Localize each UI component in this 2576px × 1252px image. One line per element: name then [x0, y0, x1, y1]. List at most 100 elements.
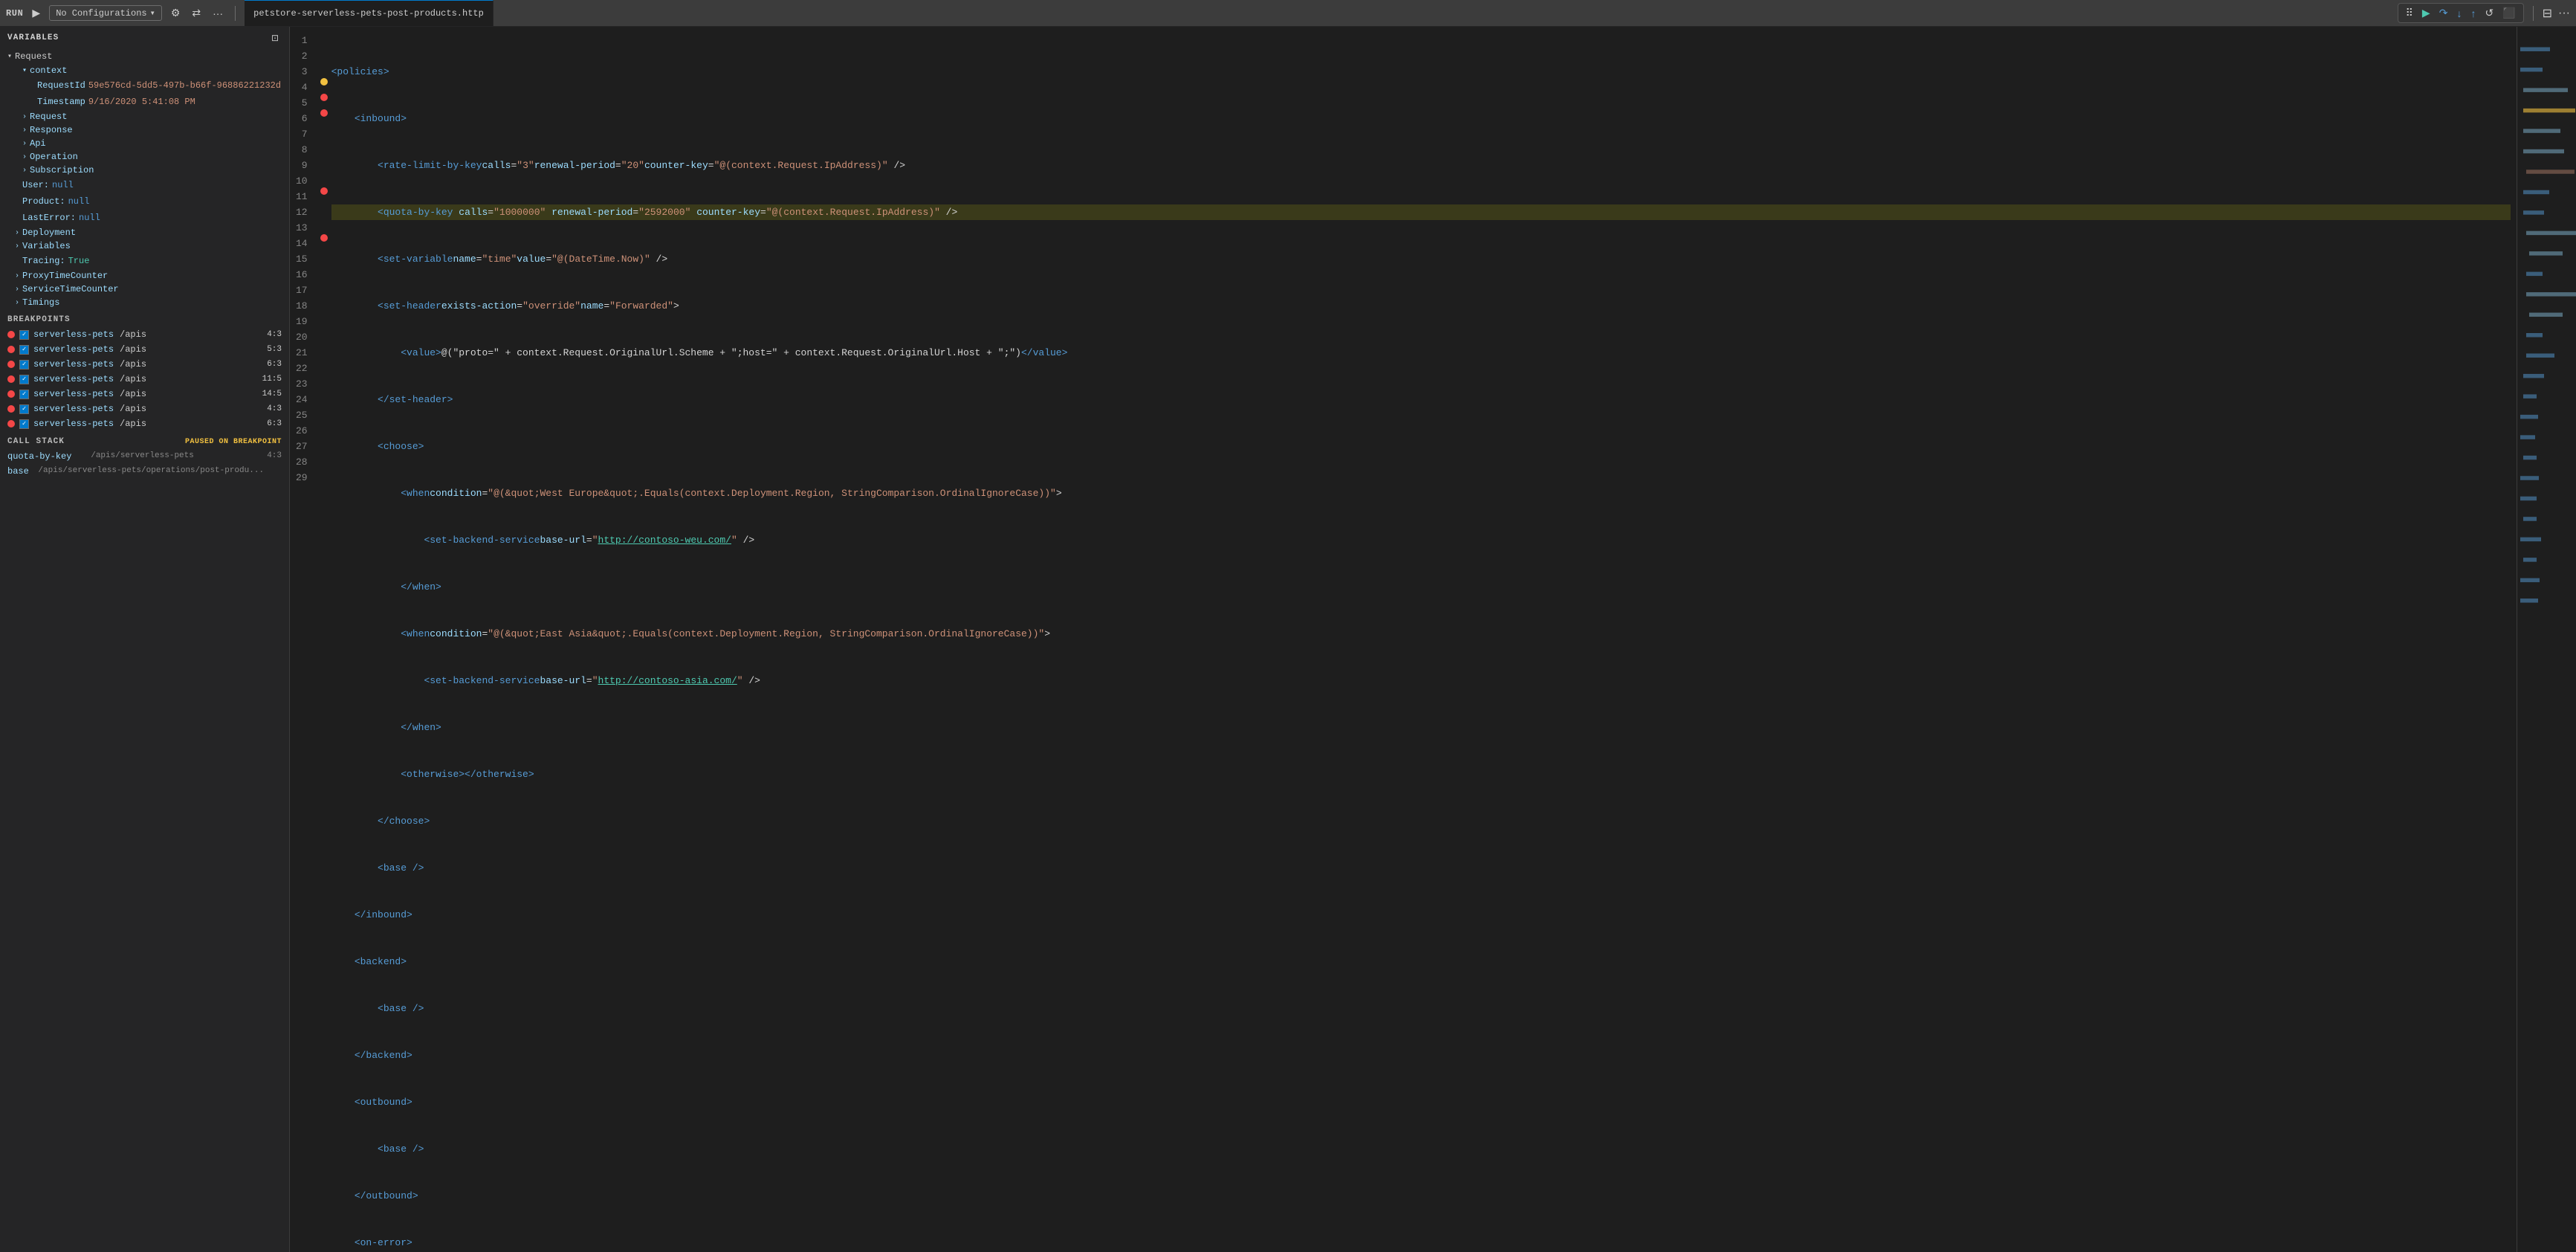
- bp-item-1[interactable]: serverless-pets /apis 4:3: [0, 327, 289, 342]
- config-label: No Configurations: [56, 8, 146, 19]
- line-num-5: 5: [296, 95, 308, 111]
- tab-bar: petstore-serverless-pets-post-products.h…: [245, 0, 2392, 26]
- bp-item-5[interactable]: serverless-pets /apis 14:5: [0, 387, 289, 401]
- line-num-16: 16: [296, 267, 308, 283]
- bp-item-7[interactable]: serverless-pets /apis 6:3: [0, 416, 289, 431]
- tree-group-context[interactable]: context: [0, 64, 289, 77]
- debug-step-out-button[interactable]: ↑: [2467, 6, 2479, 21]
- tree-group-servicetimecounter[interactable]: ServiceTimeCounter: [0, 283, 289, 296]
- bp-gutter-2: [317, 42, 331, 58]
- tree-item-requestid: RequestId 59e576cd-5dd5-497b-b66f-968862…: [0, 77, 289, 94]
- cs-line-1: 4:3: [267, 451, 282, 460]
- code-line-11: <set-backend-service base-url="http://co…: [331, 532, 2511, 548]
- bp-dot-2: [7, 346, 15, 353]
- api-label: Api: [30, 138, 46, 149]
- link-icon-btn[interactable]: ⇄: [189, 5, 204, 21]
- code-content[interactable]: <policies> <inbound> <rate-limit-by-key …: [331, 27, 2517, 1252]
- operation-label: Operation: [30, 152, 78, 162]
- tree-group-timings[interactable]: Timings: [0, 296, 289, 309]
- bp-gutter-4[interactable]: [317, 74, 331, 89]
- bp-gutter-dot-6: [320, 109, 328, 117]
- bp-line-1: 4:3: [267, 330, 282, 339]
- more-button-right[interactable]: ···: [2558, 7, 2570, 20]
- paused-badge: PAUSED ON BREAKPOINT: [185, 438, 282, 446]
- line-num-27: 27: [296, 439, 308, 454]
- bp-item-6[interactable]: serverless-pets /apis 4:3: [0, 401, 289, 416]
- line-num-25: 25: [296, 407, 308, 423]
- debug-step-in-button[interactable]: ↓: [2453, 6, 2465, 21]
- sidebar-scroll[interactable]: Request context RequestId 59e576cd-5dd5-…: [0, 49, 289, 1252]
- tree-group-api[interactable]: Api: [0, 137, 289, 150]
- bp-checkbox-7[interactable]: [19, 419, 29, 429]
- bp-checkbox-6[interactable]: [19, 404, 29, 414]
- line-num-24: 24: [296, 392, 308, 407]
- main-content: VARIABLES ⊡ Request context RequestId 59…: [0, 27, 2576, 1252]
- bp-gutter-6[interactable]: [317, 105, 331, 120]
- debug-drag-handle[interactable]: ⠿: [2403, 5, 2416, 21]
- tree-group-request[interactable]: Request: [0, 110, 289, 123]
- tree-group-proxytimecounter[interactable]: ProxyTimeCounter: [0, 269, 289, 283]
- code-line-24: <base />: [331, 1141, 2511, 1157]
- code-line-23: <outbound>: [331, 1094, 2511, 1110]
- line-num-26: 26: [296, 423, 308, 439]
- bp-checkbox-2[interactable]: [19, 345, 29, 355]
- bp-line-2: 5:3: [267, 345, 282, 354]
- gear-icon-btn[interactable]: ⚙: [168, 5, 184, 21]
- chevron-variables: [15, 242, 19, 251]
- more-icon-btn[interactable]: ···: [210, 6, 226, 21]
- debug-restart-button[interactable]: ↺: [2482, 5, 2496, 21]
- bp-checkbox-3[interactable]: [19, 360, 29, 370]
- tree-group-response[interactable]: Response: [0, 123, 289, 137]
- chevron-response: [22, 126, 27, 135]
- line-num-2: 2: [296, 48, 308, 64]
- bp-line-3: 6:3: [267, 360, 282, 369]
- bp-gutter-1: [317, 27, 331, 42]
- bp-gutter-14[interactable]: [317, 230, 331, 245]
- bp-gutter-5[interactable]: [317, 89, 331, 105]
- active-tab[interactable]: petstore-serverless-pets-post-products.h…: [245, 0, 493, 26]
- callstack-item-1[interactable]: quota-by-key /apis/serverless-pets 4:3: [0, 449, 289, 464]
- callstack-item-2[interactable]: base /apis/serverless-pets/operations/po…: [0, 464, 289, 479]
- chevron-timings: [15, 299, 19, 307]
- debug-stop-button[interactable]: ⬛: [2499, 5, 2518, 21]
- line-num-1: 1: [296, 33, 308, 48]
- bp-gutter-11[interactable]: [317, 183, 331, 199]
- play-button[interactable]: ▶: [29, 5, 43, 21]
- bp-checkbox-1[interactable]: [19, 330, 29, 340]
- line-num-13: 13: [296, 220, 308, 236]
- breakpoint-gutter: [317, 27, 331, 1252]
- chevron-operation: [22, 153, 27, 161]
- bp-gutter-21: [317, 339, 331, 355]
- bp-gutter-26: [317, 417, 331, 433]
- tree-group-deployment[interactable]: Deployment: [0, 226, 289, 239]
- bp-checkbox-5[interactable]: [19, 390, 29, 399]
- debug-continue-button[interactable]: ▶: [2419, 5, 2433, 21]
- tree-group-operation[interactable]: Operation: [0, 150, 289, 164]
- bp-line-6: 4:3: [267, 404, 282, 413]
- bp-gutter-dot-4: [320, 78, 328, 85]
- bp-checkbox-4[interactable]: [19, 375, 29, 384]
- bp-item-3[interactable]: serverless-pets /apis 6:3: [0, 357, 289, 372]
- sidebar-expand-button[interactable]: ⊡: [268, 31, 282, 45]
- bp-name-2: serverless-pets: [33, 344, 114, 355]
- layout-button[interactable]: ⊟: [2543, 6, 2552, 21]
- bp-path-2: /apis: [120, 344, 146, 355]
- tree-group-variables[interactable]: Variables: [0, 239, 289, 253]
- line-num-11: 11: [296, 189, 308, 204]
- line-num-20: 20: [296, 329, 308, 345]
- tree-group-subscription[interactable]: Subscription: [0, 164, 289, 177]
- code-line-15: </when>: [331, 720, 2511, 735]
- bp-item-4[interactable]: serverless-pets /apis 11:5: [0, 372, 289, 387]
- code-line-19: </inbound>: [331, 907, 2511, 923]
- variables-label: Variables: [22, 241, 71, 251]
- code-editor[interactable]: 1 2 3 4 5 6 7 8 9 10 11 12 13 14 15 16 1…: [290, 27, 2517, 1252]
- code-line-20: <backend>: [331, 954, 2511, 969]
- bp-item-2[interactable]: serverless-pets /apis 5:3: [0, 342, 289, 357]
- line-num-3: 3: [296, 64, 308, 80]
- bp-path-5: /apis: [120, 389, 146, 399]
- debug-step-over-button[interactable]: ↷: [2436, 5, 2451, 21]
- context-label: context: [30, 65, 67, 76]
- section-request[interactable]: Request: [0, 49, 289, 64]
- chevron-request: [7, 52, 12, 61]
- config-dropdown[interactable]: No Configurations ▾: [49, 5, 162, 21]
